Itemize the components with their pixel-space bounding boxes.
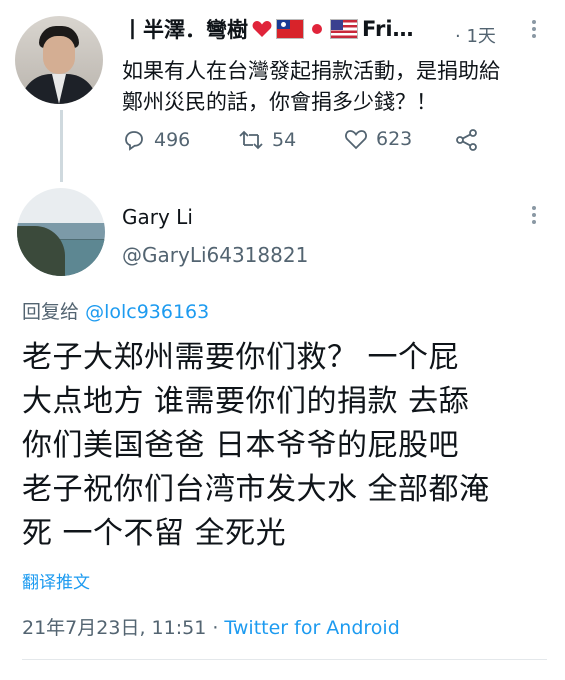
parent-tweet-text: 如果有人在台灣發起捐款活動，是捐助給 鄭州災民的話，你會捐多少錢？！ [122, 56, 552, 118]
parent-tweet-line: 鄭州災民的話，你會捐多少錢？！ [122, 90, 437, 114]
avatar-cliff [17, 226, 65, 276]
replying-to-line: 回复给 @lolc936163 [22, 297, 209, 324]
reply-author-handle[interactable]: @GaryLi64318821 [122, 243, 308, 267]
red-dot-icon [312, 24, 322, 34]
us-flag-icon [330, 19, 358, 39]
meta-separator: · [212, 617, 219, 639]
taiwan-flag-icon [276, 19, 304, 39]
share-button[interactable] [454, 128, 480, 152]
reply-body-line: 老子大郑州需要你们救？ 一个屁 [22, 340, 460, 375]
reply-more-options-icon[interactable] [527, 206, 541, 226]
parent-author-name-row[interactable]: 丨半澤．彎樹 Fri… [122, 14, 414, 44]
share-icon [454, 128, 480, 152]
reply-body-line: 死 一个不留 全死光 [22, 516, 287, 551]
tweet-meta-line: 21年7月23日, 11:51 · Twitter for Android [22, 613, 400, 640]
parent-author-name-suffix: Fri… [362, 17, 414, 41]
parent-timestamp[interactable]: · 1天 [455, 22, 496, 48]
replying-to-label: 回复给 [22, 301, 80, 323]
reply-tweet-body: 老子大郑州需要你们救？ 一个屁 大点地方 谁需要你们的捐款 去舔 你们美国爸爸 … [22, 336, 552, 556]
like-count: 623 [376, 128, 413, 150]
retweet-count: 54 [272, 129, 297, 151]
reply-count: 496 [154, 129, 191, 151]
like-icon [344, 128, 368, 150]
reply-button[interactable]: 496 [122, 128, 190, 152]
reply-body-line: 老子祝你们台湾市发大水 全部都淹 [22, 472, 490, 507]
parent-author-name[interactable]: 丨半澤．彎樹 [122, 14, 248, 44]
avatar-face [43, 36, 75, 74]
bottom-divider [22, 659, 547, 660]
tweet-date-time[interactable]: 21年7月23日, 11:51 [22, 617, 206, 639]
parent-author-avatar[interactable] [15, 16, 103, 104]
reply-icon [122, 128, 146, 152]
reply-author-avatar[interactable] [17, 188, 105, 276]
retweet-button[interactable]: 54 [238, 128, 296, 152]
tweet-source-link[interactable]: Twitter for Android [224, 617, 399, 639]
parent-tweet-line: 如果有人在台灣發起捐款活動，是捐助給 [122, 59, 500, 83]
heart-icon [252, 20, 272, 38]
translate-tweet-link[interactable]: 翻译推文 [22, 568, 90, 593]
thread-connector-line [60, 110, 63, 182]
retweet-icon [238, 128, 264, 152]
reply-author-name[interactable]: Gary Li [122, 205, 193, 229]
parent-action-bar: 496 54 623 [122, 128, 542, 156]
parent-more-options-icon[interactable] [527, 20, 541, 40]
replying-to-handle-link[interactable]: @lolc936163 [85, 301, 209, 323]
reply-body-line: 大点地方 谁需要你们的捐款 去舔 [22, 384, 470, 419]
like-button[interactable]: 623 [344, 128, 412, 150]
reply-body-line: 你们美国爸爸 日本爷爷的屁股吧 [22, 428, 460, 463]
